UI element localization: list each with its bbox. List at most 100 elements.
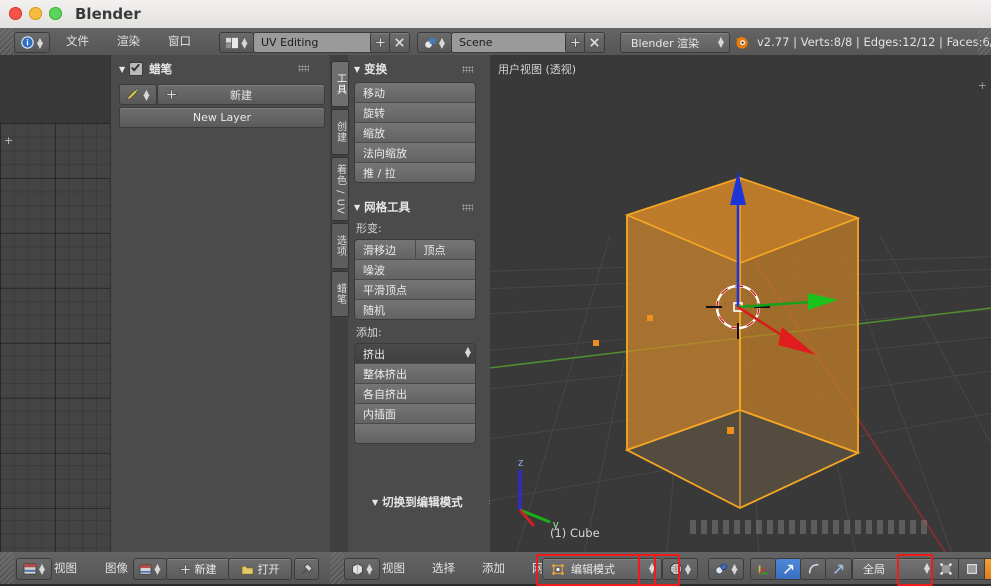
manipulator-arrow-toggle[interactable] xyxy=(825,558,852,580)
scene-datablock-icon-button[interactable]: ▲▼ xyxy=(417,32,452,53)
vertex-select-icon xyxy=(939,562,953,576)
new-grease-pencil-button[interactable]: 新建 xyxy=(157,84,325,105)
transform-shrink-fatten-button[interactable]: 法向缩放 xyxy=(355,143,475,163)
header-corner-grip[interactable] xyxy=(0,28,14,55)
scene-name-field[interactable]: Scene xyxy=(451,32,573,53)
uv-menu-view[interactable]: 视图 xyxy=(54,563,77,575)
transform-move-button[interactable]: 移动 xyxy=(355,83,475,103)
manipulator-rotate-toggle[interactable] xyxy=(775,558,802,580)
header-corner-grip-right[interactable] xyxy=(977,28,991,55)
vertex-slide-button[interactable]: 顶点 xyxy=(415,240,476,259)
add-screen-layout-button[interactable] xyxy=(370,32,391,53)
editor-type-selector-uv[interactable]: ▲▼ xyxy=(16,558,52,580)
uv-editor-header: ▲▼ 视图 图像 ▲▼ 新建 打开 xyxy=(0,552,330,585)
grease-pencil-datablock-icon-button[interactable]: ▲▼ xyxy=(119,84,157,105)
smooth-vertex-button[interactable]: 平滑顶点 xyxy=(355,280,475,300)
add-scene-button[interactable] xyxy=(565,32,586,53)
close-icon xyxy=(589,37,600,48)
next-tool-button-partial[interactable] xyxy=(355,424,475,443)
operator-panel-header[interactable]: ▼ 切换到编辑模式 xyxy=(366,493,508,511)
plus-icon xyxy=(375,37,386,48)
grease-pencil-checkbox[interactable] xyxy=(129,62,143,76)
uv-editor-grid[interactable] xyxy=(0,123,110,552)
tab-create[interactable]: 创建 xyxy=(331,109,349,155)
panel-collapse-triangle-icon: ▼ xyxy=(372,498,378,507)
new-image-button[interactable]: 新建 xyxy=(166,558,230,580)
tab-tools[interactable]: 工具 xyxy=(331,61,349,107)
maximize-window-button[interactable] xyxy=(49,7,62,20)
menu-file[interactable]: 文件 xyxy=(66,36,89,48)
panel-drag-grip[interactable] xyxy=(462,204,473,211)
menu-render[interactable]: 渲染 xyxy=(117,36,140,48)
inset-faces-button[interactable]: 内插面 xyxy=(355,404,475,424)
panel-drag-grip[interactable] xyxy=(298,65,309,72)
vertex-select-mode-button[interactable] xyxy=(932,558,960,580)
randomize-button[interactable]: 随机 xyxy=(355,300,475,319)
tab-shading-uv[interactable]: 着色 / UV xyxy=(331,157,349,221)
transform-panel-header[interactable]: ▼ 变换 xyxy=(354,60,476,78)
viewport-canvas[interactable]: z y xyxy=(490,55,991,552)
info-icon xyxy=(21,36,34,49)
editor-type-selector-info[interactable]: ▲▼ xyxy=(14,32,50,53)
manipulator-scale-toggle[interactable] xyxy=(800,558,827,580)
mesh-tools-panel-header[interactable]: ▼ 网格工具 xyxy=(354,198,476,216)
uv-menu-image[interactable]: 图像 xyxy=(105,563,128,575)
blender-logo-icon xyxy=(734,34,750,50)
render-engine-dropdown[interactable]: Blender 渲染 ▲▼ xyxy=(620,32,730,53)
view3d-menu-select[interactable]: 选择 xyxy=(432,563,455,575)
menu-window[interactable]: 窗口 xyxy=(168,36,191,48)
extrude-individual-whole-button[interactable]: 整体挤出 xyxy=(355,364,475,384)
pivot-point-dropdown[interactable]: ▲▼ xyxy=(708,558,744,580)
deform-button-stack: 滑移边 顶点 噪波 平滑顶点 随机 xyxy=(354,239,476,320)
tab-grease-pencil[interactable]: 蜡笔 xyxy=(331,271,349,317)
editor-type-selector-view3d[interactable]: ▲▼ xyxy=(344,558,380,580)
view3d-menu-view[interactable]: 视图 xyxy=(382,563,405,575)
window-title: Blender xyxy=(75,5,141,23)
view3d-menu-add[interactable]: 添加 xyxy=(482,563,505,575)
screen-layout-field[interactable]: UV Editing xyxy=(253,32,377,53)
delete-screen-layout-button[interactable] xyxy=(389,32,410,53)
image-datablock-icon-button[interactable]: ▲▼ xyxy=(133,558,167,580)
uv-toolshelf-expand-icon[interactable]: + xyxy=(4,134,13,147)
view3d-header-corner-grip[interactable] xyxy=(330,552,344,584)
tool-shelf-tabs: 工具 创建 着色 / UV 选项 蜡笔 xyxy=(330,55,348,552)
viewport-view-label: 用户视图 (透视) xyxy=(498,61,576,77)
cube-mesh xyxy=(627,178,858,508)
edge-slide-button[interactable]: 滑移边 xyxy=(355,240,415,259)
image-arrows: ▲▼ xyxy=(154,564,160,574)
close-window-button[interactable] xyxy=(9,7,22,20)
pin-image-button[interactable] xyxy=(294,558,319,580)
3d-viewport[interactable]: z y 用户视图 (透视) (1) Cube + xyxy=(490,55,991,552)
transform-orientation-dropdown[interactable]: 全局 ▲▼ xyxy=(852,558,936,580)
tab-options[interactable]: 选项 xyxy=(331,223,349,269)
open-image-button[interactable]: 打开 xyxy=(228,558,292,580)
interaction-mode-dropdown[interactable]: 编辑模式 ▲▼ xyxy=(542,558,662,580)
face-select-mode-button[interactable] xyxy=(984,558,991,580)
viewport-shading-dropdown[interactable]: ▲▼ xyxy=(662,558,698,580)
manipulator-translate-toggle[interactable] xyxy=(750,558,777,580)
add-button-stack: 挤出 ▲▼ 整体挤出 各自挤出 内插面 xyxy=(354,343,476,444)
transform-push-pull-button[interactable]: 推 / 拉 xyxy=(355,163,475,182)
screen-layout-icon-button[interactable]: ▲▼ xyxy=(219,32,254,53)
noise-button[interactable]: 噪波 xyxy=(355,260,475,280)
uv-header-corner-grip[interactable] xyxy=(0,552,14,584)
delete-scene-button[interactable] xyxy=(584,32,605,53)
axis-arrows-icon xyxy=(757,562,771,576)
transform-rotate-button[interactable]: 旋转 xyxy=(355,103,475,123)
extrude-region-button[interactable]: 挤出 ▲▼ xyxy=(355,344,475,364)
deform-label: 形变: xyxy=(356,220,476,236)
shading-arrows: ▲▼ xyxy=(685,564,691,574)
panel-collapse-triangle-icon: ▼ xyxy=(354,203,360,212)
extrude-individual-button[interactable]: 各自挤出 xyxy=(355,384,475,404)
edge-select-mode-button[interactable] xyxy=(958,558,986,580)
new-layer-button[interactable]: New Layer xyxy=(119,107,325,128)
operator-panel-title: 切换到编辑模式 xyxy=(382,494,463,510)
uv-editor-canvas-top[interactable] xyxy=(0,55,110,123)
grease-pencil-panel-header[interactable]: ▼ 蜡笔 xyxy=(119,60,319,78)
render-engine-label: Blender 渲染 xyxy=(631,35,699,51)
transform-scale-button[interactable]: 缩放 xyxy=(355,123,475,143)
minimize-window-button[interactable] xyxy=(29,7,42,20)
viewport-panel-expand-icon[interactable]: + xyxy=(978,79,987,92)
panel-drag-grip[interactable] xyxy=(462,66,473,73)
orientation-arrows: ▲▼ xyxy=(924,563,930,573)
